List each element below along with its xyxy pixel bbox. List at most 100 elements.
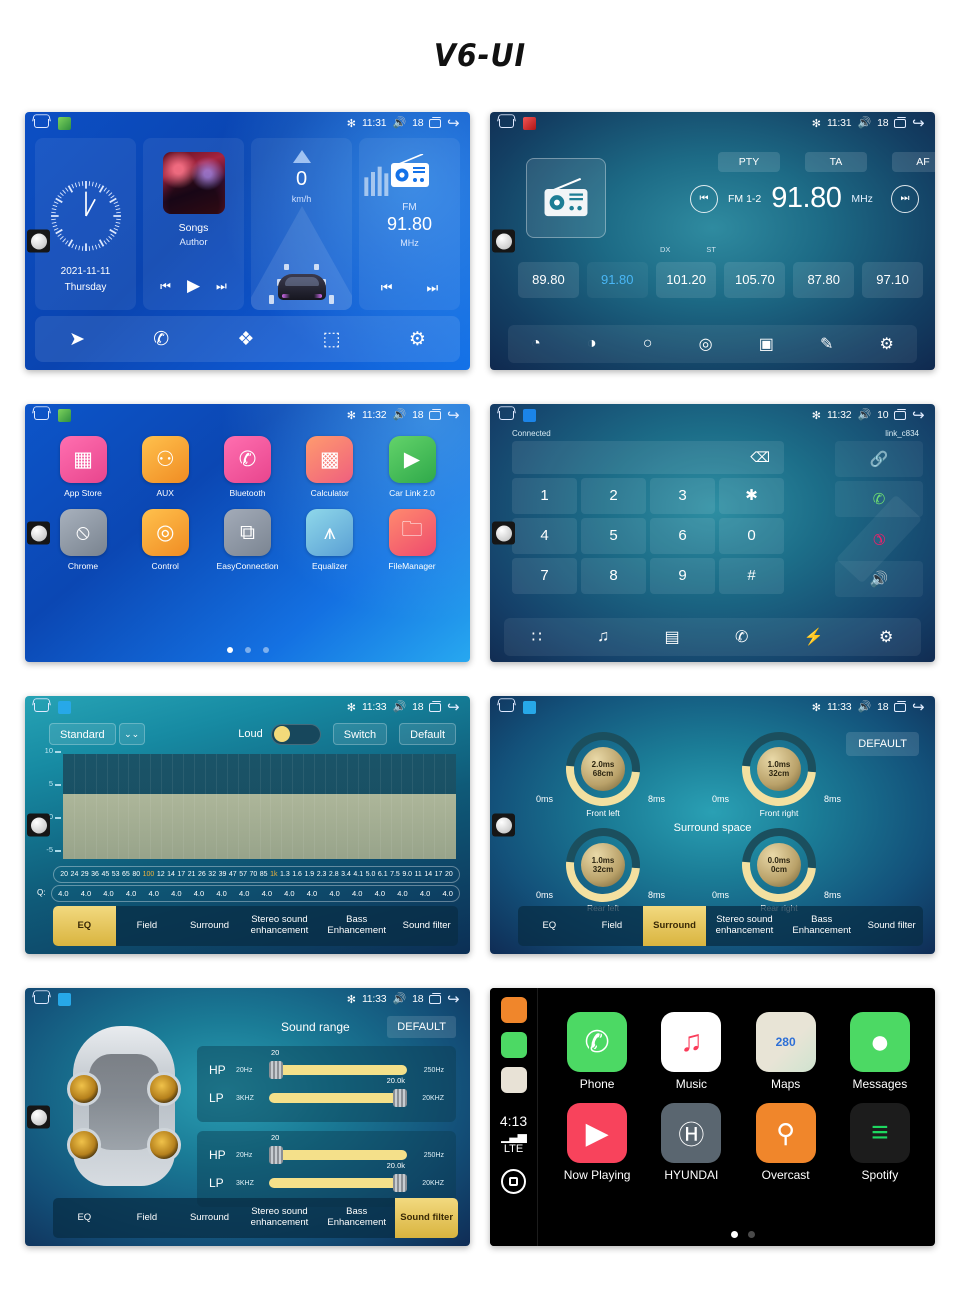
chevron-down-icon[interactable]: ⌄⌄ [118,723,145,745]
app-item-equalizer[interactable]: ⩚ Equalizer [294,509,366,571]
tune-down-button[interactable]: ⏮ [690,184,718,213]
carplay-app-messages[interactable]: ● Messages [837,1012,923,1091]
knob-rear-right[interactable]: 0.0ms 0cm [726,812,832,918]
back-icon[interactable]: ↩ [447,991,460,1008]
search-icon[interactable]: ○ [643,335,653,353]
page-dot[interactable] [747,1231,755,1238]
equalizer-app-icon[interactable] [523,700,536,714]
hardware-knob[interactable] [492,521,515,545]
app-item-control[interactable]: ◎ Control [129,509,201,571]
key-1[interactable]: 1 [512,478,577,514]
key-3[interactable]: 3 [650,478,715,514]
q-value[interactable]: 4.0 [284,889,294,898]
tab-sound-filter[interactable]: Sound filter [395,906,458,946]
tab-stereo-sound-enhancement[interactable]: Stereo sound enhancement [241,1198,318,1238]
switch-button[interactable]: Switch [332,723,388,745]
key-0[interactable]: 0 [719,518,784,554]
tab-sound-filter[interactable]: Sound filter [860,906,923,946]
panel-surround[interactable]: ✻ 11:33 🔊 18 ↩ DEFAULT 2.0ms 68cm 0ms 8m… [490,696,935,954]
recents-icon[interactable] [429,992,442,1004]
page-dot[interactable] [262,647,269,653]
hp-slider[interactable]: 20 [269,1048,407,1079]
back-icon[interactable]: ↩ [912,407,925,424]
play-icon[interactable]: ▶ [187,276,200,296]
app-item-calculator[interactable]: ▩ Calculator [294,436,366,498]
app-item-app-store[interactable]: ▦ App Store [47,436,119,498]
app-item-chrome[interactable]: ⦸ Chrome [47,509,119,571]
ta-button[interactable]: TA [805,152,867,172]
hardware-knob[interactable] [27,1105,50,1129]
knob-front-right[interactable]: 1.0ms 32cm [726,716,832,822]
carplay-app-overcast[interactable]: ⚲ Overcast [743,1103,829,1182]
home-outline-icon[interactable] [34,118,49,128]
recents-icon[interactable] [429,408,442,420]
loud-toggle[interactable] [270,723,321,745]
back-icon[interactable]: ↩ [447,407,460,424]
phone-number-input[interactable]: ⌫ [512,441,784,474]
contacts-icon[interactable]: ▤ [665,627,680,647]
tab-stereo-sound-enhancement[interactable]: Stereo sound enhancement [706,906,783,946]
recents-icon[interactable] [429,700,442,712]
preset-button[interactable]: 97.10 [862,262,923,298]
q-value[interactable]: 4.0 [103,889,113,898]
q-scale[interactable]: 4.0 4.0 4.0 4.0 4.0 4.0 4.0 4.0 4.0 4.0 4.0 4.0 4.0 4… [51,885,460,902]
lp-slider[interactable]: 20.0k [269,1161,407,1192]
hardware-knob[interactable] [492,813,515,837]
recents-icon[interactable] [429,116,442,128]
af-button[interactable]: AF [892,152,935,172]
navigation-icon[interactable]: ➤ [69,328,85,351]
settings-icon[interactable]: ⚙ [880,334,894,354]
bluetooth-app-icon[interactable] [523,408,536,422]
tab-bass-enhancement[interactable]: Bass Enhancement [318,1198,395,1238]
key-9[interactable]: 9 [650,558,715,594]
back-icon[interactable]: ↩ [447,699,460,716]
tab-stereo-sound-enhancement[interactable]: Stereo sound enhancement [241,906,318,946]
preset-select[interactable]: Standard [49,723,116,745]
hardware-knob[interactable] [27,813,50,837]
tab-eq[interactable]: EQ [518,906,581,946]
pty-button[interactable]: PTY [718,152,780,172]
phone-icon[interactable]: ✆ [153,328,169,351]
tab-eq[interactable]: EQ [53,1198,116,1238]
carplay-app-phone[interactable]: ✆ Phone [554,1012,640,1091]
back-icon[interactable]: ↩ [912,115,925,132]
panel-bluetooth-dialer[interactable]: ✻ 11:32 🔊 10 ↩ Connected link_c834 ⌫ 1 2… [490,404,935,662]
home-outline-icon[interactable] [499,410,514,420]
frequency-scale[interactable]: 20 24 29 36 45 53 65 80 100 12 14 17 21 26 32 39 47 57 70 8… [53,866,460,883]
link-icon[interactable]: 🔗 [835,441,923,477]
call-log-icon[interactable]: ✆ [735,627,748,647]
carplay-app-hyundai[interactable]: Ⓗ HYUNDAI [648,1103,734,1182]
preset-button[interactable]: 89.80 [518,262,579,298]
settings-icon[interactable]: ⚙ [879,627,893,647]
panel-home-screen[interactable]: ✻ 11:31 🔊 18 ↩ 2021-11-11 Thursday Songs… [25,112,470,370]
hp-slider[interactable]: 20 [269,1133,407,1164]
save-icon[interactable]: ▣ [759,334,774,354]
key-star[interactable]: ✱ [719,478,784,514]
q-value[interactable]: 4.0 [352,889,362,898]
stereo-icon[interactable]: ◑ [587,335,597,353]
q-value[interactable]: 4.0 [216,889,226,898]
preset-button[interactable]: 101.20 [655,262,717,298]
messages-mini-icon[interactable] [500,1032,527,1058]
key-6[interactable]: 6 [650,518,715,554]
q-value[interactable]: 4.0 [442,889,452,898]
home-outline-icon[interactable] [34,994,49,1004]
apps-icon[interactable]: ❖ [237,328,254,351]
page-dot[interactable] [244,647,251,653]
panel-app-drawer[interactable]: ✻ 11:32 🔊 18 ↩ ▦ App Store ⚇ AUX ✆ Bluet… [25,404,470,662]
settings-icon[interactable]: ⚙ [409,328,426,351]
hardware-knob[interactable] [492,229,515,253]
panel-sound-filter[interactable]: ✻ 11:33 🔊 18 ↩ Sound range DEFAULT HP 20… [25,988,470,1246]
home-outline-icon[interactable] [499,702,514,712]
backspace-icon[interactable]: ⌫ [750,449,770,466]
key-8[interactable]: 8 [581,558,646,594]
tab-bass-enhancement[interactable]: Bass Enhancement [318,906,395,946]
back-icon[interactable]: ↩ [912,699,925,716]
q-value[interactable]: 4.0 [262,889,272,898]
key-4[interactable]: 4 [512,518,577,554]
tab-surround[interactable]: Surround [178,906,241,946]
tab-bass-enhancement[interactable]: Bass Enhancement [783,906,860,946]
carplay-app-music[interactable]: ♫ Music [648,1012,734,1091]
tab-field[interactable]: Field [581,906,644,946]
q-value[interactable]: 4.0 [171,889,181,898]
